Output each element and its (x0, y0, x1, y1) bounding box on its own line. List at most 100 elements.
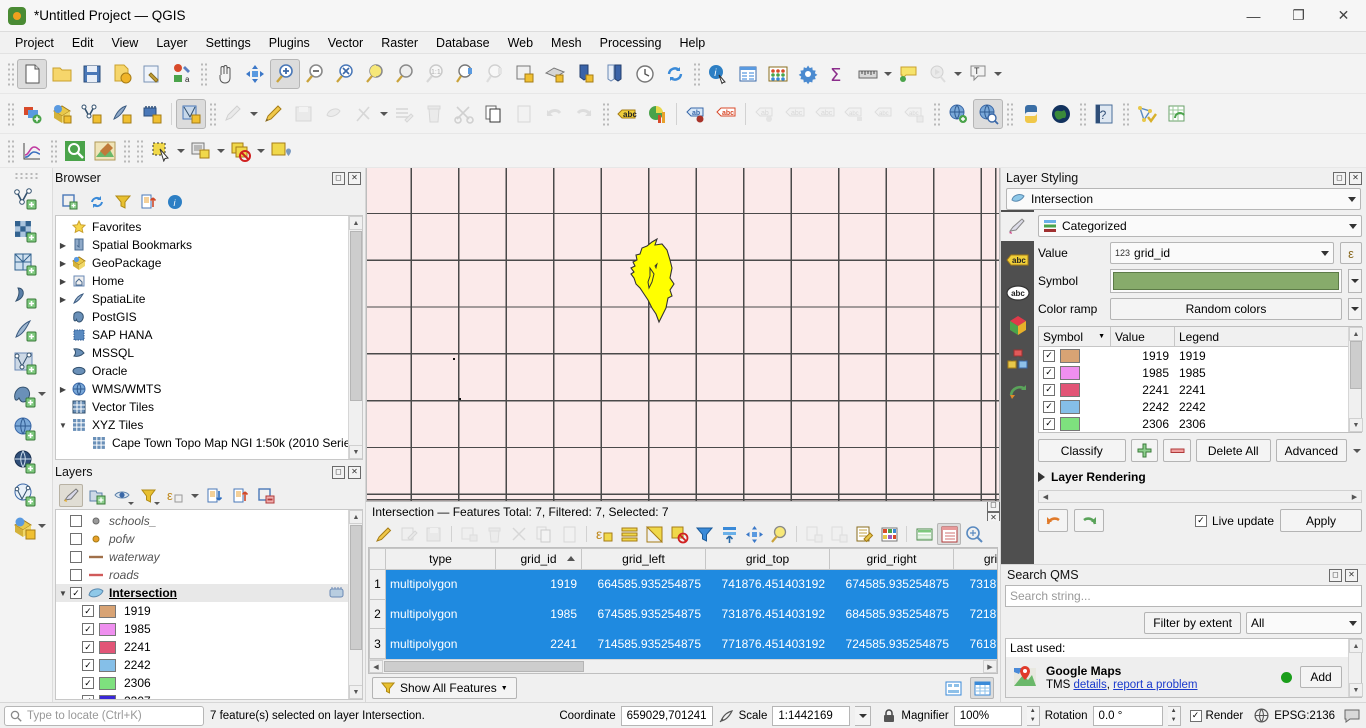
measure-dropdown-caret[interactable] (883, 59, 893, 89)
filter-browser-icon[interactable] (111, 190, 135, 213)
zoom-to-selection-icon[interactable] (767, 523, 791, 545)
new-project-icon[interactable] (17, 58, 47, 89)
toolbar-grip-11[interactable] (7, 138, 14, 163)
menu-vector[interactable]: Vector (319, 34, 372, 52)
chevron-down-icon[interactable] (1349, 223, 1357, 229)
expand-arrow-icon[interactable] (56, 421, 70, 430)
class-symbol-cell[interactable]: ✓ (1039, 382, 1111, 397)
toolbar-grip-10[interactable] (1122, 101, 1129, 126)
class-legend-cell[interactable]: 2242 (1175, 400, 1348, 414)
add-class-icon[interactable] (1130, 439, 1159, 462)
add-postgis-layer-icon[interactable] (9, 380, 46, 413)
modify-attributes-icon[interactable] (389, 99, 419, 129)
class-legend-cell[interactable]: 2241 (1175, 383, 1348, 397)
browser-close-button[interactable]: ✕ (348, 171, 361, 185)
cell-grid_left[interactable]: 664585.935254875 (581, 569, 706, 600)
select-form-caret[interactable] (216, 136, 226, 166)
class-scroll-down[interactable]: ▼ (1349, 418, 1363, 432)
current-edits-caret[interactable] (249, 99, 259, 129)
class-legend-cell[interactable]: 1919 (1175, 349, 1348, 363)
class-color-swatch[interactable] (1060, 365, 1080, 380)
cell-grid_right[interactable]: 684585.935254875 (829, 598, 954, 630)
attr-column-header-grid_right[interactable]: grid_right (829, 548, 954, 570)
class-row[interactable]: ✓ 2241 2241 (1039, 381, 1348, 398)
pan-to-selection-icon[interactable] (742, 523, 766, 545)
label-properties-icon[interactable]: abc (840, 99, 870, 129)
color-ramp-caret[interactable] (1348, 298, 1362, 320)
browser-item-geopackage[interactable]: GeoPackage (56, 254, 348, 272)
new-map-view-icon[interactable] (510, 59, 540, 89)
cell-grid_top[interactable]: 741876.451403192 (705, 569, 830, 600)
select-all-icon[interactable] (617, 523, 641, 545)
search-icon[interactable] (60, 136, 90, 166)
geopackage-dropdown-caret[interactable] (38, 524, 46, 528)
qms-search-input[interactable]: Search string... (1005, 585, 1362, 607)
layer-class-2241[interactable]: ✓ 2241 (56, 638, 348, 656)
rotate-label-icon[interactable]: abc (780, 99, 810, 129)
browser-scroll-down[interactable]: ▼ (349, 445, 362, 459)
postgis-dropdown-caret[interactable] (38, 392, 46, 396)
change-label-icon[interactable]: abc (810, 99, 840, 129)
spinner-down-icon[interactable]: ▼ (1168, 716, 1180, 725)
cell-grid_top[interactable]: 771876.451403192 (705, 628, 830, 659)
layer-class-1919[interactable]: ✓ 1919 (56, 602, 348, 620)
menu-help[interactable]: Help (670, 34, 714, 52)
cell-type[interactable]: multipolygon (385, 628, 496, 659)
expression-filter-icon[interactable]: ε (163, 484, 187, 507)
qms-report-link[interactable]: report a problem (1113, 679, 1197, 691)
new-geopackage-layer-icon[interactable] (9, 281, 43, 314)
refresh-icon[interactable] (85, 190, 109, 213)
coordinate-field[interactable]: 659029,701241 (620, 705, 713, 726)
labels-icon[interactable]: abc (1003, 245, 1032, 274)
render-checkbox[interactable]: ✓ Render (1189, 709, 1243, 722)
actions-icon[interactable] (962, 523, 986, 545)
layer-visibility-checkbox[interactable]: ✓ (82, 623, 94, 635)
layer-visibility-checkbox[interactable] (70, 515, 82, 527)
browser-item-mssql[interactable]: MSSQL (56, 344, 348, 362)
toolbar-grip-5[interactable] (209, 101, 216, 126)
add-spatialite-layer-icon[interactable] (107, 99, 137, 129)
locator-input[interactable]: Type to locate (Ctrl+K) (4, 705, 204, 726)
cut-features-icon[interactable] (449, 99, 479, 129)
spinner-up-icon[interactable]: ▲ (1027, 707, 1039, 716)
qms-details-link[interactable]: details (1073, 679, 1106, 691)
show-spatial-bookmarks-icon[interactable] (923, 59, 953, 89)
redo-icon[interactable] (569, 99, 599, 129)
qms-scroll-down[interactable]: ▼ (1349, 683, 1363, 697)
cell-grid_right[interactable]: 724585.935254875 (829, 628, 954, 659)
zoom-out-icon[interactable] (300, 59, 330, 89)
layer-styling-close-button[interactable]: ✕ (1349, 171, 1362, 185)
save-edits-icon[interactable] (422, 523, 446, 545)
refresh-table-icon[interactable] (457, 523, 481, 545)
class-symbol-cell[interactable]: ✓ (1039, 399, 1111, 414)
zoom-to-selection-icon[interactable] (360, 59, 390, 89)
table-row[interactable]: 3 multipolygon 2241 714585.935254875 771876.… (369, 628, 997, 659)
toggle-editing-icon[interactable] (259, 99, 289, 129)
python-console-icon[interactable] (1016, 99, 1046, 129)
class-scroll-thumb[interactable] (1350, 341, 1362, 389)
attr-scroll-left[interactable]: ◀ (369, 660, 383, 673)
metasearch-icon[interactable] (943, 99, 973, 129)
cell-grid_right[interactable]: 674585.935254875 (829, 569, 954, 600)
expand-arrow-icon[interactable] (56, 241, 70, 250)
collapse-all-icon[interactable] (137, 190, 161, 213)
deselect-icon[interactable] (226, 136, 256, 166)
advanced-button[interactable]: Advanced (1275, 439, 1347, 462)
refresh-table-icon[interactable] (1162, 99, 1192, 129)
toolbar-grip-13[interactable] (123, 138, 130, 163)
toolbar-grip-2[interactable] (200, 61, 207, 86)
bookmarks-dropdown-caret[interactable] (953, 59, 963, 89)
scale-dropdown-button[interactable] (855, 705, 872, 726)
new-3d-map-view-icon[interactable] (540, 59, 570, 89)
zoom-in-icon[interactable] (270, 58, 300, 89)
3d-view-icon[interactable] (1003, 311, 1032, 340)
expand-arrow-icon[interactable] (56, 295, 70, 304)
layers-scroll-up[interactable]: ▲ (349, 510, 362, 524)
toolbar-grip-3[interactable] (693, 61, 700, 86)
diagram-icon[interactable] (642, 99, 672, 129)
open-layer-styling-icon[interactable] (59, 484, 83, 507)
layer-visibility-checkbox[interactable]: ✓ (82, 605, 94, 617)
layer-visibility-checkbox[interactable]: ✓ (70, 587, 82, 599)
class-row[interactable]: ✓ 1985 1985 (1039, 364, 1348, 381)
open-field-calculator-icon[interactable] (852, 523, 876, 545)
